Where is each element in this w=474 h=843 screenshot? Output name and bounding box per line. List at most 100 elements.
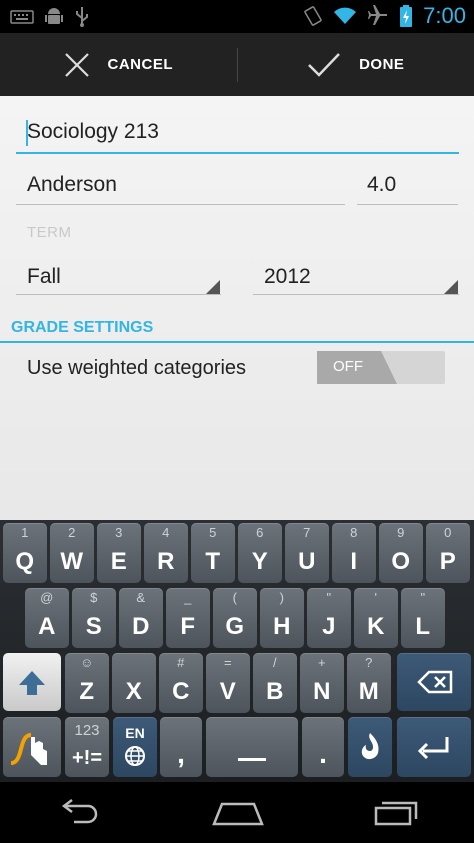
key-label: Z: [79, 678, 95, 705]
text-cursor: [26, 120, 28, 146]
back-icon[interactable]: [54, 798, 104, 828]
year-spinner-arrow-icon: [444, 280, 458, 294]
key-o[interactable]: 9O: [379, 523, 423, 583]
key-u[interactable]: 7U: [285, 523, 329, 583]
done-button[interactable]: DONE: [238, 33, 474, 96]
key-l[interactable]: " L: [401, 588, 445, 648]
key-hint: ): [279, 590, 284, 605]
key-z[interactable]: ☺ Z: [65, 653, 109, 713]
key-hint: _: [184, 590, 192, 605]
credits-input[interactable]: 4.0: [367, 173, 396, 197]
comma-label: ,: [177, 738, 185, 769]
android-debug-icon: [45, 8, 63, 24]
key-label: H: [273, 613, 291, 640]
shift-key[interactable]: [3, 653, 61, 711]
key-c[interactable]: # C: [159, 653, 203, 713]
instructor-input[interactable]: Anderson: [27, 173, 117, 197]
key-hint: ': [374, 590, 377, 605]
key-p[interactable]: 0P: [426, 523, 470, 583]
key-label: D: [132, 613, 150, 640]
symbols-key-bottom: +!=: [71, 747, 103, 769]
key-label: L: [415, 613, 431, 640]
course-name-input[interactable]: Sociology 213: [27, 120, 159, 144]
key-hint: 5: [209, 525, 217, 540]
key-label: G: [225, 613, 245, 640]
key-hint: ": [420, 590, 426, 605]
backspace-icon: [417, 670, 453, 694]
key-q[interactable]: 1Q: [3, 523, 47, 583]
cancel-button[interactable]: CANCEL: [0, 33, 237, 96]
key-m[interactable]: ? M: [347, 653, 391, 713]
key-label: A: [38, 613, 56, 640]
key-x[interactable]: X: [112, 653, 156, 713]
key-label: K: [367, 613, 385, 640]
symbols-key[interactable]: 123 +!=: [65, 717, 109, 777]
key-v[interactable]: = V: [206, 653, 250, 713]
dragon-voice-key[interactable]: [348, 717, 392, 777]
key-r[interactable]: 4R: [144, 523, 188, 583]
key-hint: 8: [350, 525, 358, 540]
key-h[interactable]: ) H: [260, 588, 304, 648]
swype-key[interactable]: [3, 717, 61, 777]
term-season-spinner[interactable]: Fall: [27, 265, 61, 289]
key-label: U: [298, 548, 316, 575]
soft-keyboard: 1Q2W3E4R5T6Y7U8I9O0P @ A $ S & D _ F(G) H " J ' K " L …: [0, 520, 474, 782]
check-icon: [308, 52, 340, 77]
key-e[interactable]: 3E: [97, 523, 141, 583]
comma-key[interactable]: ,: [160, 717, 202, 777]
key-g[interactable]: (G: [213, 588, 257, 648]
key-hint: 0: [444, 525, 452, 540]
key-hint: 1: [21, 525, 29, 540]
period-label: .: [319, 738, 327, 769]
credits-underline: [357, 204, 458, 205]
key-j[interactable]: " J: [307, 588, 351, 648]
period-key[interactable]: .: [302, 717, 344, 777]
key-s[interactable]: $ S: [72, 588, 116, 648]
language-key[interactable]: EN: [113, 717, 157, 777]
key-hint: 4: [162, 525, 170, 540]
key-n[interactable]: + N: [300, 653, 344, 713]
course-name-underline: [16, 152, 459, 154]
key-d[interactable]: & D: [119, 588, 163, 648]
key-i[interactable]: 8I: [332, 523, 376, 583]
usb-icon: [76, 7, 88, 27]
status-left-icons: [10, 6, 90, 28]
backspace-key[interactable]: [397, 653, 471, 711]
keyboard-notification-icon: [10, 10, 34, 24]
key-t[interactable]: 5T: [191, 523, 235, 583]
battery-charging-icon: [400, 5, 413, 27]
key-label: N: [313, 678, 331, 705]
enter-key[interactable]: [397, 717, 471, 777]
space-bar-icon: [238, 758, 266, 761]
key-f[interactable]: _ F: [166, 588, 210, 648]
key-hint: 3: [115, 525, 123, 540]
home-icon[interactable]: [212, 798, 264, 828]
space-key[interactable]: [206, 717, 298, 777]
key-label: T: [205, 548, 221, 575]
key-hint: (: [232, 590, 237, 605]
key-hint: ☺: [80, 655, 94, 670]
key-label: C: [172, 678, 190, 705]
section-divider: [0, 341, 474, 343]
key-w[interactable]: 2W: [50, 523, 94, 583]
key-a[interactable]: @ A: [25, 588, 69, 648]
key-hint: #: [177, 655, 185, 670]
action-bar: CANCEL DONE: [0, 33, 474, 96]
done-label: DONE: [359, 56, 405, 73]
cancel-label: CANCEL: [107, 56, 173, 73]
key-y[interactable]: 6Y: [238, 523, 282, 583]
key-hint: 9: [397, 525, 405, 540]
key-b[interactable]: / B: [253, 653, 297, 713]
season-underline: [16, 294, 221, 295]
key-label: Y: [251, 548, 268, 575]
key-k[interactable]: ' K: [354, 588, 398, 648]
wifi-icon: [334, 7, 357, 24]
weighted-categories-switch[interactable]: OFF: [317, 351, 445, 384]
key-hint: @: [40, 590, 54, 605]
term-year-spinner[interactable]: 2012: [264, 265, 311, 289]
symbols-key-top: 123: [74, 722, 100, 739]
status-bar: 7:00: [0, 0, 474, 33]
key-hint: 6: [256, 525, 264, 540]
language-label: EN: [125, 725, 145, 741]
recent-apps-icon[interactable]: [372, 798, 420, 828]
